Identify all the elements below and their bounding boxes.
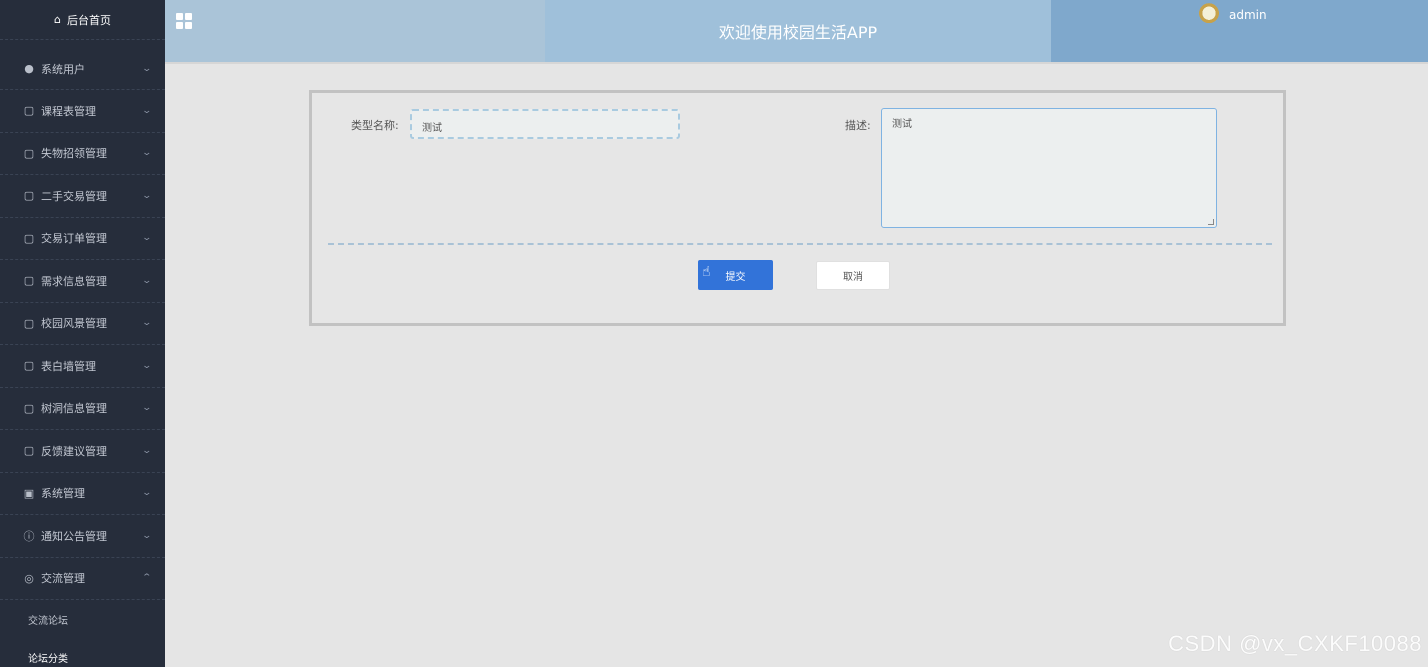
chevron-down-icon: ⌄ [141, 190, 153, 201]
sidebar-item-label: 树洞信息管理 [41, 402, 107, 416]
sidebar-item-label: 反馈建议管理 [41, 444, 107, 458]
submit-button-label: 提交 [725, 271, 746, 283]
edit-form-panel: 类型名称: 测试 描述: 测试 ☝ 提交 取消 [309, 90, 1286, 326]
sidebar-subitem-label: 交流论坛 [28, 615, 68, 627]
note-icon: ▢ [23, 316, 35, 330]
sidebar-item-lost-found[interactable]: ▢ 失物招领管理 ⌄ [0, 133, 165, 175]
page-title: 欢迎使用校园生活APP [718, 23, 878, 42]
home-icon: ⌂ [54, 13, 61, 26]
username[interactable]: admin [1229, 8, 1267, 22]
note-icon: ▢ [23, 274, 35, 288]
sidebar-item-label: 交易订单管理 [41, 232, 107, 246]
type-name-input[interactable]: 测试 [410, 109, 680, 139]
cancel-button[interactable]: 取消 [816, 261, 890, 290]
form-divider [328, 243, 1272, 245]
chevron-down-icon: ⌄ [141, 233, 153, 244]
chevron-down-icon: ⌄ [141, 275, 153, 286]
sidebar-subitem-label: 论坛分类 [28, 653, 68, 665]
chat-icon: ◎ [24, 571, 34, 585]
chevron-down-icon: ⌄ [141, 488, 153, 499]
header-title-area: 欢迎使用校园生活APP [545, 0, 1051, 62]
chevron-down-icon: ⌄ [141, 63, 153, 74]
note-icon: ▢ [23, 444, 35, 458]
sidebar-item-label: 二手交易管理 [41, 189, 107, 203]
avatar[interactable] [1195, 2, 1223, 30]
sidebar-item-label: 失物招领管理 [41, 147, 107, 161]
chevron-up-icon: ⌃ [141, 573, 153, 584]
sidebar-item-system[interactable]: ▣ 系统管理 ⌄ [0, 473, 165, 515]
header-user-area: admin [1051, 0, 1428, 62]
sidebar-item-feedback[interactable]: ▢ 反馈建议管理 ⌄ [0, 430, 165, 473]
hand-cursor-icon: ☝ [702, 264, 711, 280]
sidebar-item-schedule[interactable]: ▢ 课程表管理 ⌄ [0, 90, 165, 133]
sidebar-item-orders[interactable]: ▢ 交易订单管理 ⌄ [0, 218, 165, 260]
chevron-down-icon: ⌄ [141, 445, 153, 456]
note-icon: ▢ [23, 104, 35, 118]
note-icon: ▢ [23, 401, 35, 415]
chevron-down-icon: ⌄ [141, 403, 153, 414]
sidebar-item-demands[interactable]: ▢ 需求信息管理 ⌄ [0, 260, 165, 303]
type-name-label: 类型名称: [351, 119, 399, 132]
top-header: 欢迎使用校园生活APP admin [165, 0, 1428, 62]
description-textarea[interactable]: 测试 [881, 108, 1217, 228]
note-icon: ▢ [23, 359, 35, 373]
sidebar-subitem-forum-category[interactable]: 论坛分类 [0, 638, 165, 667]
sidebar-home-label: 后台首页 [66, 13, 111, 27]
sidebar-item-system-users[interactable]: ● 系统用户 ⌄ [0, 40, 165, 90]
description-label: 描述: [845, 119, 871, 132]
sidebar-item-scenery[interactable]: ▢ 校园风景管理 ⌄ [0, 303, 165, 345]
sidebar-subitem-forum[interactable]: 交流论坛 [0, 600, 165, 638]
sidebar-item-label: 交流管理 [41, 572, 85, 586]
sidebar-item-label: 表白墙管理 [41, 359, 96, 373]
grid-menu-icon[interactable] [176, 13, 192, 29]
sidebar-item-label: 课程表管理 [41, 104, 96, 118]
description-text: 测试 [892, 119, 912, 130]
sidebar-item-notice[interactable]: ⓘ 通知公告管理 ⌄ [0, 515, 165, 558]
sidebar-item-communication[interactable]: ◎ 交流管理 ⌃ [0, 558, 165, 600]
sidebar-item-tree-hole[interactable]: ▢ 树洞信息管理 ⌄ [0, 388, 165, 430]
sidebar-item-label: 系统管理 [41, 487, 85, 501]
sidebar-item-secondhand[interactable]: ▢ 二手交易管理 ⌄ [0, 175, 165, 218]
header-divider [165, 62, 1428, 64]
sidebar-item-label: 需求信息管理 [41, 274, 107, 288]
watermark: CSDN @vx_CXKF10088 [1168, 631, 1422, 656]
user-icon: ● [24, 62, 34, 75]
sidebar: ⌂ 后台首页 ● 系统用户 ⌄ ▢ 课程表管理 ⌄ ▢ 失物招领管理 ⌄ ▢ 二… [0, 0, 165, 667]
sidebar-item-label: 系统用户 [41, 62, 85, 76]
note-icon: ▢ [23, 146, 35, 160]
chevron-down-icon: ⌄ [141, 105, 153, 116]
sidebar-item-confession-wall[interactable]: ▢ 表白墙管理 ⌄ [0, 345, 165, 388]
info-icon: ⓘ [23, 529, 35, 543]
cancel-button-label: 取消 [843, 272, 863, 283]
header-left [165, 0, 545, 62]
submit-button[interactable]: ☝ 提交 [698, 260, 773, 290]
sidebar-item-label: 校园风景管理 [41, 317, 107, 331]
resize-grip-icon[interactable] [1208, 219, 1214, 225]
note-icon: ▢ [23, 189, 35, 203]
sidebar-item-home[interactable]: ⌂ 后台首页 [0, 0, 165, 40]
chevron-down-icon: ⌄ [141, 360, 153, 371]
sidebar-item-label: 通知公告管理 [41, 529, 107, 543]
image-icon: ▣ [23, 486, 35, 500]
chevron-down-icon: ⌄ [141, 318, 153, 329]
chevron-down-icon: ⌄ [141, 148, 153, 159]
chevron-down-icon: ⌄ [141, 530, 153, 541]
note-icon: ▢ [23, 231, 35, 245]
